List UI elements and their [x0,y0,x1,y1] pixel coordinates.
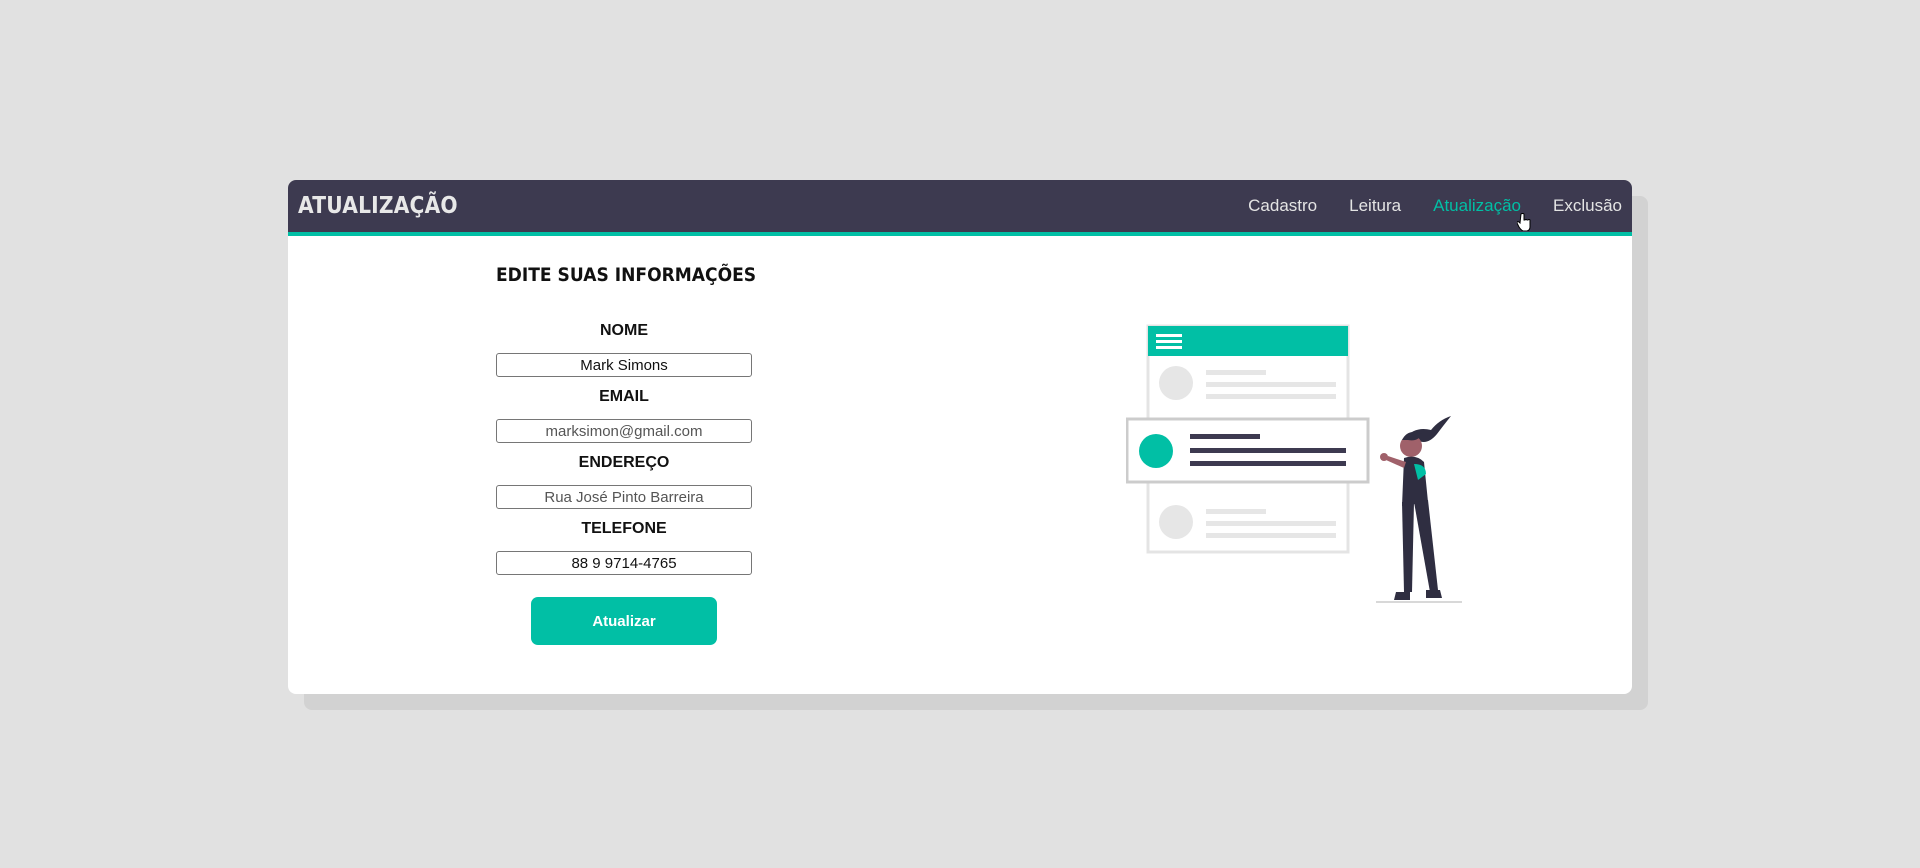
address-label: ENDEREÇO [578,454,670,471]
person-updating-list-illustration [1126,324,1462,603]
update-button[interactable]: Atualizar [531,597,717,645]
form-title: EDITE SUAS INFORMAÇÕES [496,264,757,286]
nav-link-exclusao[interactable]: Exclusão [1553,196,1622,216]
main-card: ATUALIZAÇÃO Cadastro Leitura Atualização… [288,180,1632,694]
email-label: EMAIL [599,388,649,405]
nav-link-leitura[interactable]: Leitura [1349,196,1401,216]
nav-link-cadastro[interactable]: Cadastro [1248,196,1317,216]
nav-link-atualizacao[interactable]: Atualização [1433,196,1521,216]
edit-form: EDITE SUAS INFORMAÇÕES NOME EMAIL ENDERE… [496,264,757,645]
page-title: ATUALIZAÇÃO [298,193,458,219]
address-field[interactable] [496,485,752,509]
hand-pointer-cursor [1517,213,1531,231]
nav-links: Cadastro Leitura Atualização Exclusão [1248,196,1622,216]
name-label: NOME [600,322,648,339]
phone-label: TELEFONE [581,520,667,537]
navbar: ATUALIZAÇÃO Cadastro Leitura Atualização… [288,180,1632,236]
name-field[interactable] [496,353,752,377]
phone-field[interactable] [496,551,752,575]
card-container: ATUALIZAÇÃO Cadastro Leitura Atualização… [288,180,1648,710]
content-area: EDITE SUAS INFORMAÇÕES NOME EMAIL ENDERE… [288,236,1632,690]
form-fields: NOME EMAIL ENDEREÇO TELEFONE [496,321,752,575]
email-field[interactable] [496,419,752,443]
